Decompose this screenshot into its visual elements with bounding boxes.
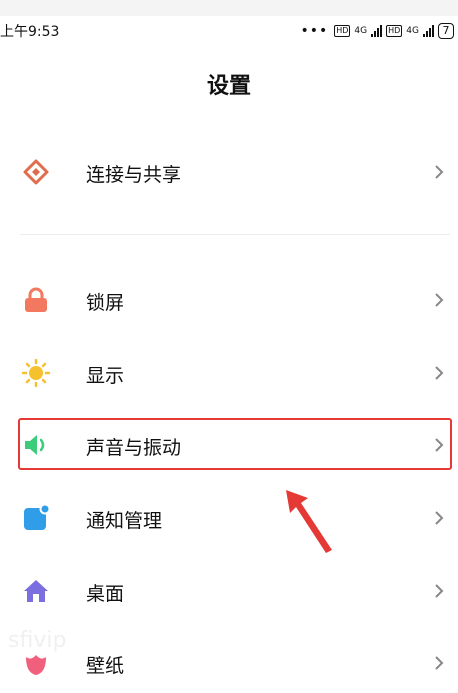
settings-item-label: 显示 [86,365,125,387]
hd-icon-2: HD [386,25,403,37]
settings-item-home-screen[interactable]: 桌面 [0,561,458,621]
section-divider [20,234,450,235]
chevron-right-icon [435,511,444,525]
settings-item-label: 通知管理 [86,510,163,532]
network-type-label-2: 4G [406,26,419,36]
flower-icon [26,655,46,675]
top-strip [0,0,458,16]
hd-icon: HD [334,25,351,37]
status-time: 上午9:53 [0,24,60,40]
chevron-right-icon [435,584,444,598]
chevron-right-icon [435,165,444,179]
chevron-right-icon [435,293,444,307]
settings-item-label: 连接与共享 [86,164,182,186]
settings-item-wallpaper[interactable]: 壁纸 [0,633,458,693]
settings-item-display[interactable]: 显示 [0,343,458,403]
watermark: sfivip [8,628,67,653]
signal-icon [371,25,383,37]
settings-item-label: 壁纸 [86,655,125,677]
chevron-right-icon [435,656,444,670]
notification-icon [24,504,50,530]
highlight-box [18,418,452,470]
sun-icon [22,359,50,387]
network-type-label: 4G [354,26,368,36]
settings-item-label: 桌面 [86,583,125,605]
signal-icon-2 [423,25,434,37]
settings-item-label: 锁屏 [86,292,125,314]
status-bar: 上午9:53 ••• HD 4G HD 4G 7 [0,16,458,46]
status-icons: ••• HD 4G HD 4G 7 [300,23,458,39]
chevron-right-icon [435,366,444,380]
battery-icon: 7 [438,23,454,39]
settings-item-connection-sharing[interactable]: 连接与共享 [0,142,458,202]
settings-item-notifications[interactable]: 通知管理 [0,488,458,548]
page-title: 设置 [206,74,251,99]
lock-icon [25,287,47,312]
more-dots-icon: ••• [300,23,329,39]
red-arrow-annotation [286,490,332,553]
share-icon [23,159,49,185]
settings-item-lock-screen[interactable]: 锁屏 [0,270,458,330]
home-icon [24,580,48,602]
